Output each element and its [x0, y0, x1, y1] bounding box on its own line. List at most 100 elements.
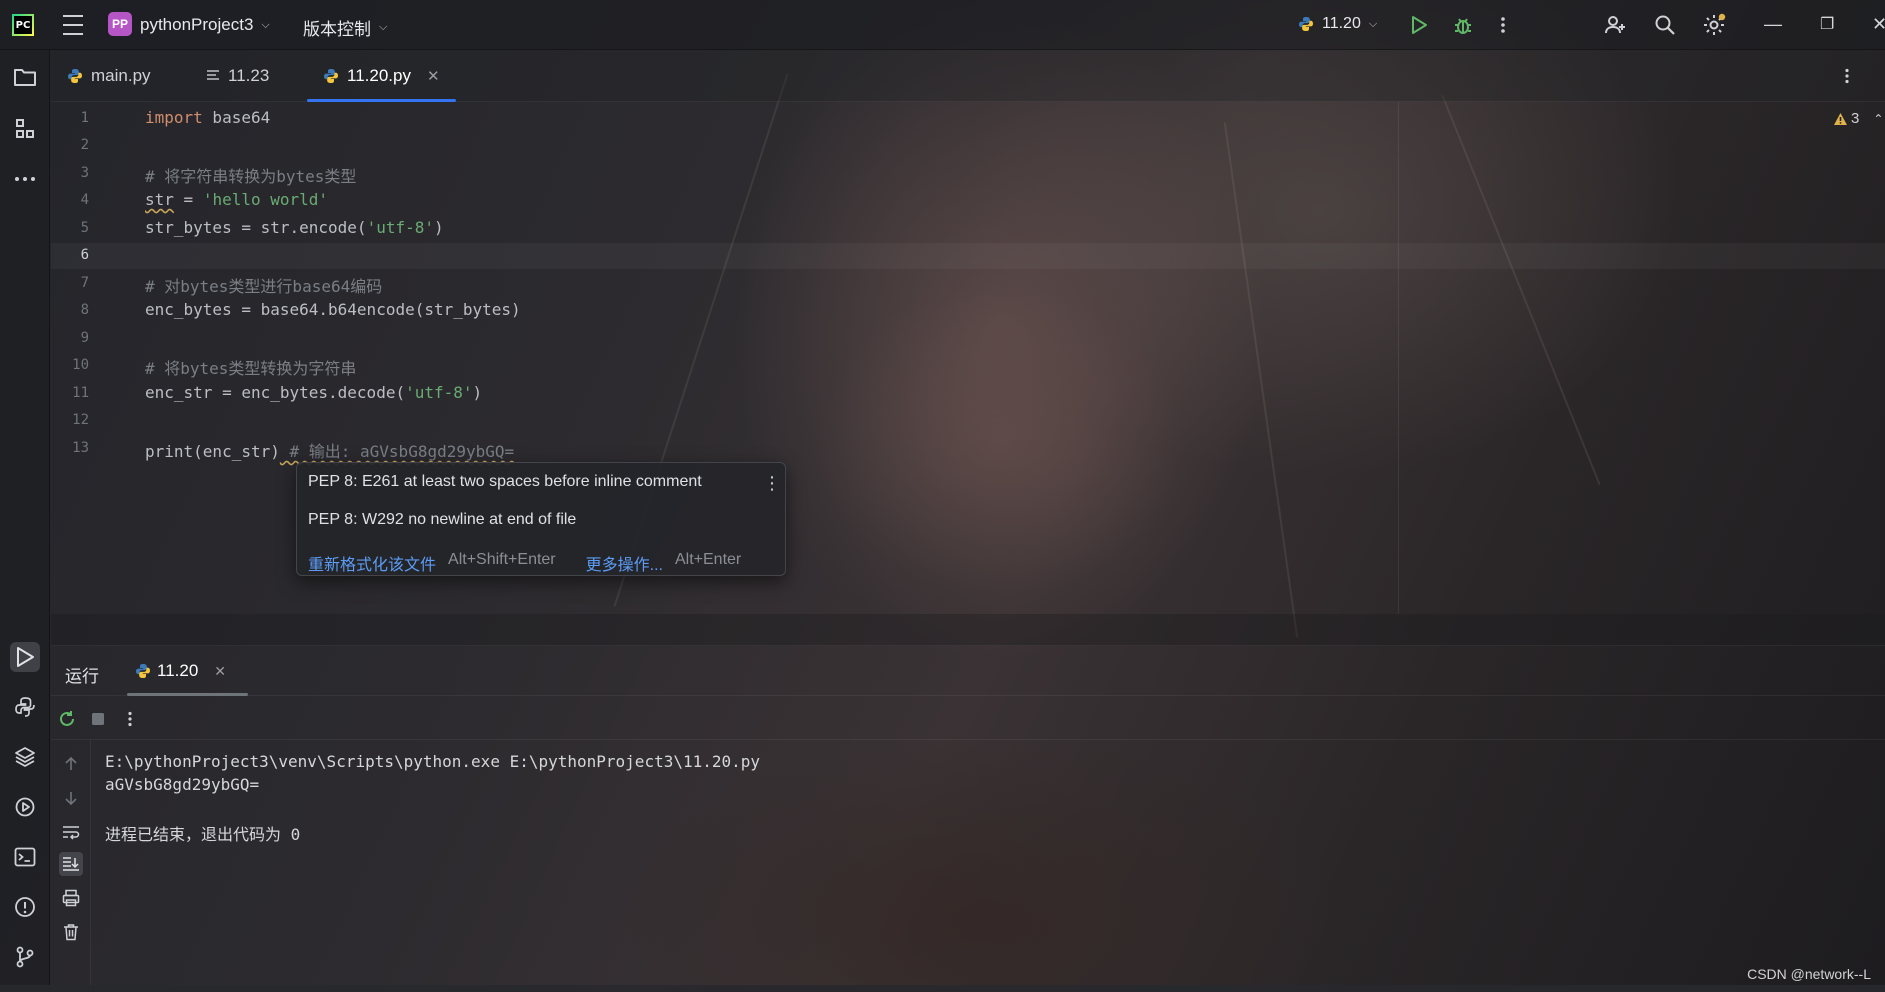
run-panel-title: 运行	[65, 667, 99, 686]
vcs-label: 版本控制	[303, 20, 371, 39]
console-line: E:\pythonProject3\venv\Scripts\python.ex…	[105, 752, 761, 771]
close-tab-icon[interactable]: ✕	[214, 663, 226, 680]
code-line-3: # 将字符串转换为bytes类型	[145, 167, 357, 186]
code-line-11: enc_str = enc_bytes.decode('utf-8')	[145, 383, 483, 402]
tab-main-py[interactable]: main.py	[67, 50, 151, 102]
layers-icon[interactable]	[10, 742, 40, 772]
scroll-to-end-icon[interactable]	[59, 852, 83, 876]
right-margin-guide	[1398, 102, 1399, 614]
close-tab-icon[interactable]: ✕	[427, 67, 440, 85]
line-number: 9	[80, 330, 89, 346]
python-console-icon[interactable]	[10, 692, 40, 722]
more-tools-icon[interactable]	[10, 164, 40, 194]
more-actions-link[interactable]: 更多操作...	[586, 551, 663, 575]
code-line-4: str = 'hello world'	[145, 190, 329, 209]
run-config-label: 11.20	[1322, 15, 1361, 32]
debug-icon[interactable]	[1451, 13, 1475, 37]
code-line-7: # 对bytes类型进行base64编码	[145, 277, 383, 296]
code-line-8: enc_bytes = base64.b64encode(str_bytes)	[145, 300, 521, 319]
popup-actions: 重新格式化该文件 Alt+Shift+Enter 更多操作... Alt+Ent…	[308, 551, 741, 575]
tab-11-23[interactable]: 11.23	[206, 50, 269, 102]
tab-options-icon[interactable]	[1837, 66, 1857, 86]
line-number: 11	[72, 385, 89, 401]
project-name: pythonProject3	[140, 15, 254, 34]
popup-more-icon[interactable]: ⋮	[763, 473, 781, 494]
console-line: aGVsbG8gd29ybGQ=	[105, 775, 260, 794]
editor-tab-bar: main.py 11.23 11.20.py ✕	[51, 50, 1885, 102]
project-folder-icon[interactable]	[10, 62, 40, 92]
trash-icon[interactable]	[59, 920, 83, 944]
code-line-10: # 将bytes类型转换为字符串	[145, 359, 357, 378]
run-tab-label: 11.20	[157, 661, 199, 680]
add-user-icon[interactable]	[1602, 12, 1628, 38]
code-line-1: import base64	[145, 108, 271, 127]
python-file-icon	[67, 68, 83, 84]
search-icon[interactable]	[1652, 12, 1678, 38]
print-icon[interactable]	[59, 886, 83, 910]
problems-icon[interactable]	[10, 892, 40, 922]
line-number: 3	[80, 165, 89, 181]
structure-icon[interactable]	[10, 114, 40, 144]
tab-label: main.py	[91, 66, 151, 85]
line-number: 2	[80, 137, 89, 153]
main-menu-icon[interactable]	[62, 15, 84, 35]
tool-window-strip	[0, 50, 50, 992]
close-window-button[interactable]: ✕	[1872, 14, 1885, 35]
python-icon	[135, 663, 151, 679]
current-line-highlight	[51, 243, 1885, 269]
terminal-icon[interactable]	[10, 842, 40, 872]
pycharm-logo-icon[interactable]: PC	[12, 14, 34, 36]
python-icon	[1298, 16, 1314, 32]
line-number: 10	[72, 357, 89, 373]
line-number: 13	[72, 440, 89, 456]
tab-label: 11.20.py	[347, 66, 411, 85]
shortcut-hint: Alt+Enter	[674, 551, 742, 568]
python-file-icon	[323, 68, 339, 84]
run-tab-11-20[interactable]: 11.20 ✕	[126, 646, 249, 696]
minimize-button[interactable]: —	[1764, 14, 1782, 35]
popup-message: PEP 8: E261 at least two spaces before i…	[308, 473, 702, 490]
line-number: 1	[80, 110, 89, 126]
run-config-selector[interactable]: 11.20 ⌵	[1298, 15, 1377, 33]
reformat-file-link[interactable]: 重新格式化该文件	[308, 551, 436, 575]
settings-gear-icon[interactable]	[1700, 11, 1728, 39]
chevron-down-icon: ⌵	[1368, 17, 1378, 30]
run-tool-window: 运行 11.20 ✕ E:\pythonProject3\venv\Script…	[51, 646, 1885, 992]
line-number-gutter: 1 2 3 4 5 6 7 8 9 10 11 12 13	[51, 102, 141, 614]
project-badge[interactable]: PP	[108, 12, 132, 36]
more-options-icon[interactable]	[119, 708, 141, 730]
title-bar: PC PP pythonProject3 ⌵ 版本控制 ⌵ 11.20 ⌵ — …	[0, 0, 1885, 50]
csdn-watermark: CSDN @network--L	[1747, 966, 1871, 982]
soft-wrap-icon[interactable]	[59, 820, 83, 844]
scroll-down-icon[interactable]	[59, 786, 83, 810]
project-selector[interactable]: pythonProject3 ⌵	[140, 15, 270, 35]
rerun-icon[interactable]	[56, 708, 78, 730]
line-number: 12	[72, 412, 89, 428]
services-icon[interactable]	[10, 792, 40, 822]
run-icon[interactable]	[1408, 14, 1430, 36]
line-number: 5	[80, 220, 89, 236]
git-branch-icon[interactable]	[10, 942, 40, 972]
vcs-menu[interactable]: 版本控制 ⌵	[303, 15, 387, 40]
console-line: 进程已结束，退出代码为 0	[105, 825, 301, 844]
text-file-icon	[206, 69, 220, 83]
run-tab-bar: 运行 11.20 ✕	[51, 646, 1885, 696]
restore-button[interactable]: ❐	[1820, 14, 1834, 34]
stop-icon[interactable]	[87, 708, 109, 730]
run-tool-icon[interactable]	[10, 642, 40, 672]
panel-splitter[interactable]	[51, 614, 1885, 646]
scroll-up-icon[interactable]	[59, 752, 83, 776]
code-line-13: print(enc_str) # 输出: aGVsbG8gd29ybGQ=	[145, 442, 515, 461]
tab-11-20-py[interactable]: 11.20.py ✕	[307, 50, 456, 102]
status-bar	[0, 985, 1885, 992]
more-actions-icon[interactable]	[1492, 14, 1514, 36]
chevron-up-icon[interactable]: ⌃	[1873, 112, 1883, 126]
console-side-toolbar	[51, 740, 91, 992]
warning-icon	[1833, 112, 1848, 126]
code-line-5: str_bytes = str.encode('utf-8')	[145, 218, 444, 237]
inspection-widget[interactable]: 3 ⌃ ⌄	[1833, 110, 1885, 127]
shortcut-hint: Alt+Shift+Enter	[448, 551, 556, 568]
line-number: 4	[80, 192, 89, 208]
inspection-popup: PEP 8: E261 at least two spaces before i…	[296, 462, 786, 576]
chevron-down-icon: ⌵	[379, 21, 388, 33]
